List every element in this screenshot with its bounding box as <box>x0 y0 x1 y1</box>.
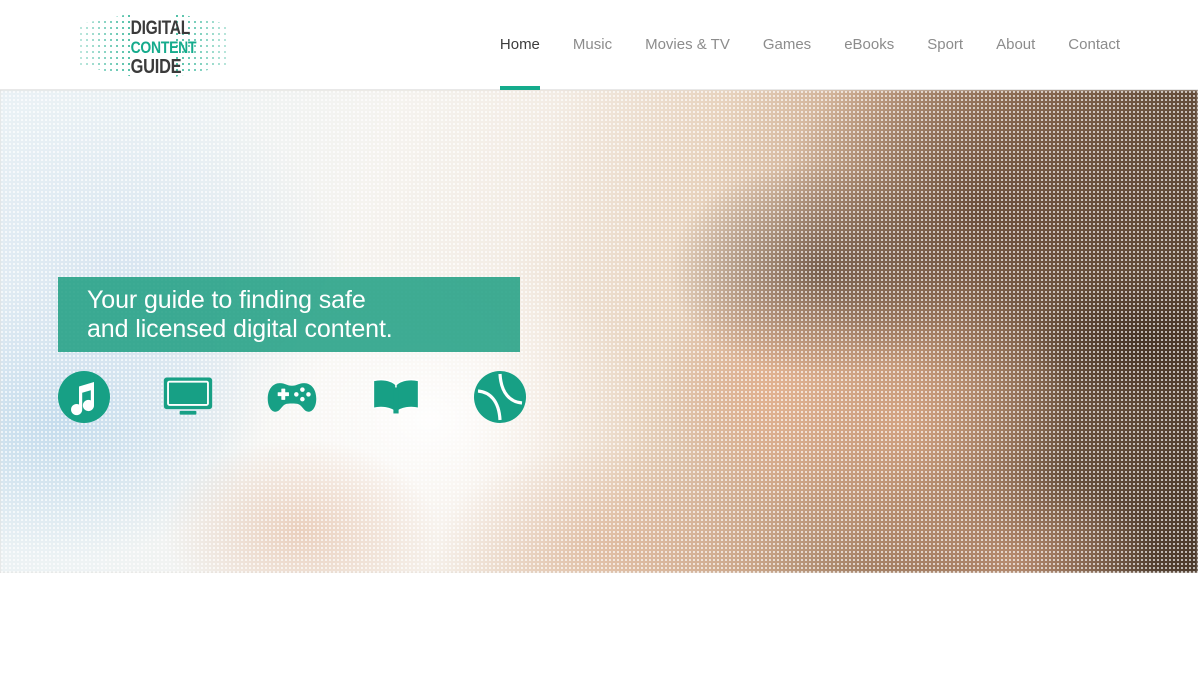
logo-line-content: CONTENT <box>130 38 197 57</box>
hero-category-icons <box>58 368 578 426</box>
nav-item-contact[interactable]: Contact <box>1068 0 1120 90</box>
hero-category-ebooks[interactable] <box>370 371 422 423</box>
nav-item-ebooks[interactable]: eBooks <box>844 0 894 90</box>
game-controller-icon <box>267 383 317 412</box>
logo-line-guide: GUIDE <box>130 56 182 78</box>
site-header: DIGITAL CONTENT GUIDE Home Music Movies … <box>0 0 1198 90</box>
open-book-icon <box>372 379 420 415</box>
category-card-strip: Music Movies & TV <box>0 573 1198 674</box>
logo-wordmark: DIGITAL CONTENT GUIDE <box>125 18 197 78</box>
hero-section: Your guide to finding safe and licensed … <box>0 90 1198 573</box>
nav-item-movies-tv[interactable]: Movies & TV <box>645 0 730 90</box>
tv-monitor-icon <box>163 377 213 415</box>
nav-item-games[interactable]: Games <box>763 0 811 90</box>
main-navigation: Home Music Movies & TV Games eBooks Spor… <box>499 0 1120 90</box>
logo-line-digital: DIGITAL <box>130 18 191 39</box>
nav-item-sport[interactable]: Sport <box>927 0 963 90</box>
hero-category-music[interactable] <box>58 371 110 423</box>
hero-category-sport[interactable] <box>474 371 526 423</box>
hero-tagline-banner: Your guide to finding safe and licensed … <box>58 277 520 352</box>
hero-tagline-line-1: Your guide to finding safe <box>87 285 366 314</box>
hero-tagline-line-2: and licensed digital content. <box>87 314 393 343</box>
nav-item-music[interactable]: Music <box>573 0 612 90</box>
sport-ball-icon <box>474 371 526 423</box>
hero-category-movies-tv[interactable] <box>162 371 214 423</box>
hero-category-games[interactable] <box>266 371 318 423</box>
site-logo[interactable]: DIGITAL CONTENT GUIDE <box>78 13 230 77</box>
music-note-icon <box>58 371 110 423</box>
nav-item-about[interactable]: About <box>996 0 1035 90</box>
nav-item-home[interactable]: Home <box>499 0 540 90</box>
page-root: DIGITAL CONTENT GUIDE Home Music Movies … <box>0 0 1198 674</box>
